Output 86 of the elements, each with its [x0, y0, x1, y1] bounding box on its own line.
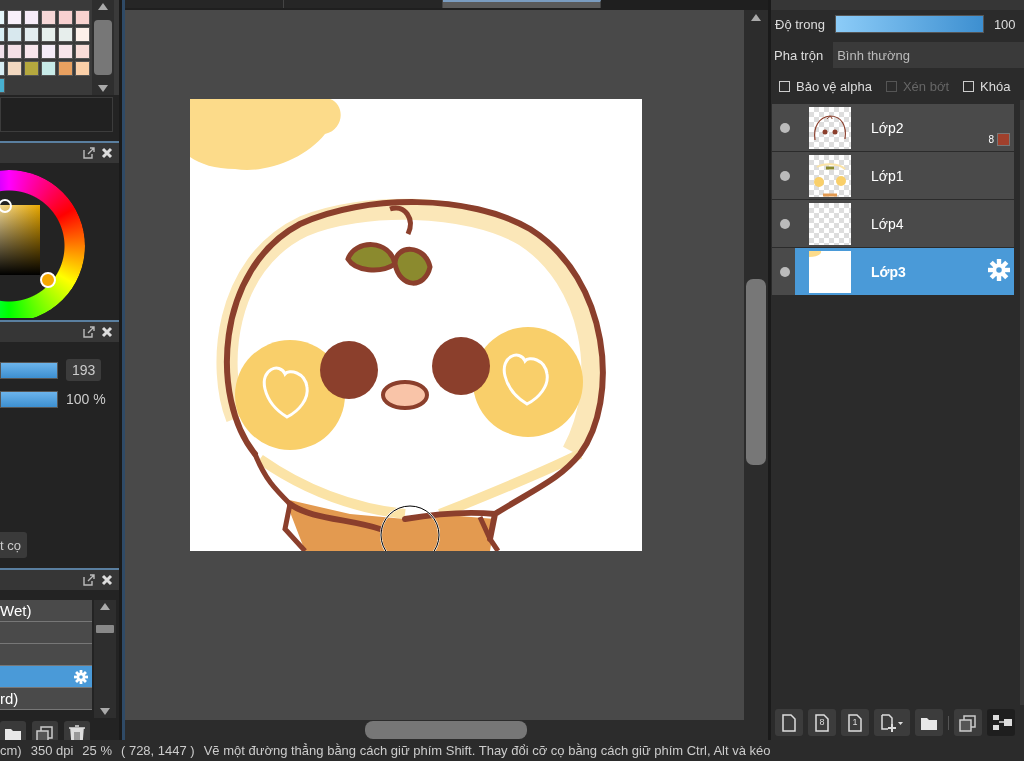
layer-name: Lớp1: [871, 167, 905, 184]
opacity-value: 100 %: [66, 391, 106, 407]
checkbox-label: Khóa: [980, 78, 1011, 94]
brush-list-item[interactable]: rd): [0, 688, 92, 710]
gear-icon[interactable]: [988, 259, 1010, 281]
color-swatch[interactable]: [24, 10, 39, 25]
color-swatch[interactable]: [7, 44, 22, 59]
duplicate-button[interactable]: [32, 721, 58, 740]
merge-button[interactable]: [987, 709, 1015, 736]
close-icon[interactable]: [101, 326, 113, 338]
pop-out-icon[interactable]: [83, 326, 95, 338]
color-swatch[interactable]: [41, 10, 56, 25]
color-swatch[interactable]: [24, 61, 39, 76]
layer-thumbnail: [809, 202, 851, 245]
visibility-icon[interactable]: [780, 122, 790, 133]
opacity-label: Độ trong: [775, 16, 825, 32]
zoom-level: 25 %: [82, 743, 112, 758]
color-swatch[interactable]: [58, 10, 73, 25]
layer-row[interactable]: Lớp1: [772, 152, 1014, 200]
checkbox-label: Bảo vệ alpha: [796, 78, 872, 94]
blend-mode-dropdown[interactable]: Bình thường: [833, 42, 1024, 68]
pop-out-icon[interactable]: [83, 574, 95, 586]
folder-button[interactable]: [0, 721, 26, 740]
add-page-icon: [879, 711, 905, 734]
color-swatch[interactable]: [7, 10, 22, 25]
visibility-icon[interactable]: [780, 170, 790, 181]
new-layer-button[interactable]: [775, 709, 803, 736]
checkbox[interactable]: [779, 80, 790, 92]
color-swatch[interactable]: [58, 27, 73, 42]
opacity-slider[interactable]: [0, 390, 58, 408]
horizontal-scrollbar[interactable]: [125, 720, 768, 740]
duplicate-button[interactable]: [954, 709, 982, 736]
color-swatch[interactable]: [75, 10, 90, 25]
layer-thumbnail: [809, 106, 851, 149]
checkbox-label: Xén bớt: [902, 78, 949, 94]
brush-list-item[interactable]: [0, 666, 92, 688]
color-swatch[interactable]: [58, 61, 73, 76]
color-swatch[interactable]: [41, 61, 56, 76]
visibility-icon[interactable]: [780, 266, 790, 277]
duplicate-icon: [34, 723, 56, 740]
unit-label: cm): [0, 743, 22, 758]
layer-row[interactable]: Lớp4: [772, 200, 1014, 248]
bit-depth-label: 8: [988, 134, 994, 145]
close-icon[interactable]: [101, 574, 113, 586]
brush-settings-button[interactable]: t cọ: [0, 532, 27, 558]
status-hint: Vẽ một đường thẳng bằng cách giữ phím Shift. Thay đổi cỡ cọ bằng cách giữ phím Ctrl, Alt và kéo: [203, 743, 771, 758]
size-slider[interactable]: [0, 361, 58, 379]
color-swatch[interactable]: [41, 27, 56, 42]
color-swatch[interactable]: [58, 44, 73, 59]
layer-name: Lớp3: [871, 263, 907, 280]
scrollbar[interactable]: [94, 600, 116, 718]
icon-glyph: 8: [818, 717, 826, 727]
vertical-scrollbar[interactable]: [744, 10, 768, 720]
pop-out-icon[interactable]: [83, 147, 95, 159]
color-swatch[interactable]: [24, 27, 39, 42]
color-swatch[interactable]: [24, 44, 39, 59]
color-swatch[interactable]: [75, 61, 90, 76]
layer-thumbnail: [809, 154, 851, 197]
color-swatch[interactable]: [75, 44, 90, 59]
icon-glyph: 1: [851, 717, 859, 727]
checkbox[interactable]: [963, 80, 974, 92]
opacity-value: 100: [993, 16, 1016, 32]
layer-name: Lớp4: [871, 215, 905, 232]
layer-thumbnail: [809, 250, 851, 293]
brush-list-item[interactable]: Wet): [0, 600, 92, 622]
add-layer-button[interactable]: [874, 709, 910, 736]
delete-button[interactable]: [64, 721, 90, 740]
gear-icon[interactable]: [74, 669, 88, 684]
layer-name: Lớp2: [871, 119, 905, 136]
color-swatch[interactable]: [75, 27, 90, 42]
size-value-field[interactable]: 193: [66, 359, 102, 381]
layer-row[interactable]: Lớp2 8: [772, 104, 1014, 152]
folder-button[interactable]: [915, 709, 943, 736]
close-icon[interactable]: [101, 147, 113, 159]
cursor-coordinates: ( 728, 1447 ): [120, 743, 195, 758]
scrollbar[interactable]: [92, 0, 114, 95]
color-swatch[interactable]: [7, 61, 22, 76]
layer-color-swatch: [997, 133, 1010, 146]
visibility-icon[interactable]: [780, 218, 790, 229]
new-layer-button[interactable]: 8: [808, 709, 836, 736]
color-swatch[interactable]: [7, 27, 22, 42]
layer-opacity-slider[interactable]: [834, 15, 984, 33]
color-swatch[interactable]: [41, 44, 56, 59]
blend-mode-label: Pha trộn: [774, 47, 824, 63]
new-layer-button[interactable]: 1: [841, 709, 869, 736]
resolution-label: 350 dpi: [30, 743, 74, 758]
